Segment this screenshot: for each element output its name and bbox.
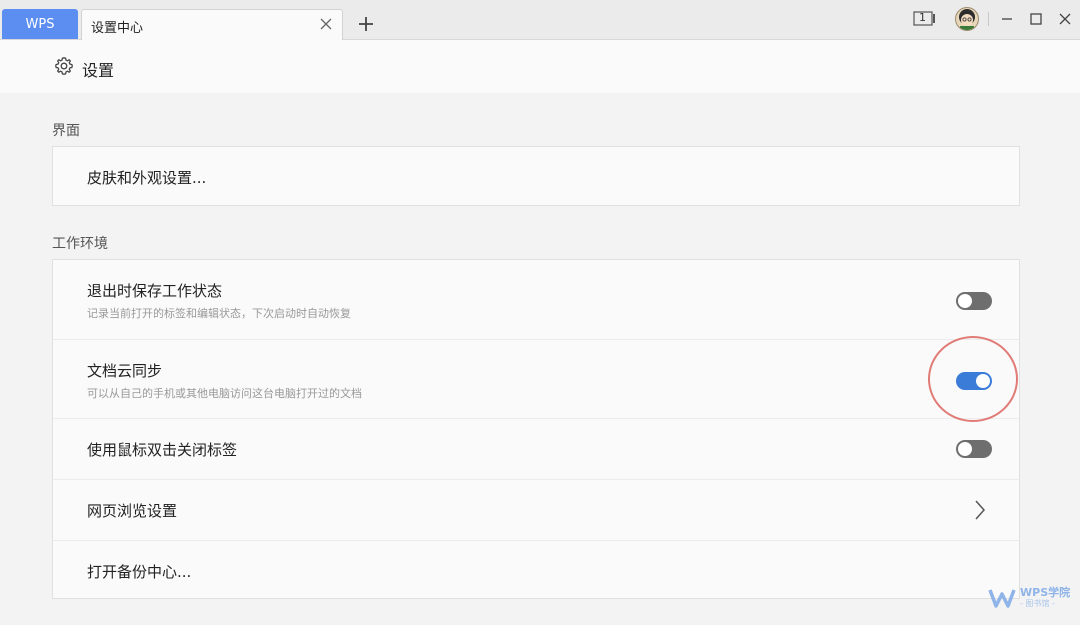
- settings-header: 设置: [0, 40, 1080, 93]
- cloud-sync-label: 文档云同步: [87, 362, 163, 380]
- chevron-right-icon: [975, 500, 986, 520]
- tab-settings-label: 设置中心: [91, 21, 144, 36]
- setting-row-skin[interactable]: 皮肤和外观设置...: [53, 147, 1019, 205]
- minimize-icon[interactable]: [998, 10, 1016, 28]
- backup-center-label: 打开备份中心...: [87, 563, 192, 581]
- divider: [988, 12, 989, 26]
- wps-logo-icon: [988, 589, 1016, 608]
- plus-icon[interactable]: [356, 14, 376, 34]
- skin-settings-label: 皮肤和外观设置...: [87, 169, 207, 187]
- gear-icon: [55, 57, 73, 75]
- tab-wps-label: WPS: [25, 16, 55, 32]
- watermark-title: WPS学院: [1020, 586, 1071, 599]
- setting-row-web-browse[interactable]: 网页浏览设置: [53, 480, 1019, 541]
- watermark-subtitle: - 图书馆 -: [1020, 599, 1055, 608]
- highlight-circle: [928, 336, 1018, 422]
- close-icon[interactable]: [318, 16, 334, 32]
- section-label-workspace: 工作环境: [52, 236, 108, 252]
- setting-row-backup[interactable]: 打开备份中心...: [53, 541, 1019, 601]
- setting-row-cloud-sync: 文档云同步 可以从自己的手机或其他电脑访问这台电脑打开过的文档: [53, 340, 1019, 419]
- save-state-label: 退出时保存工作状态: [87, 282, 223, 300]
- page-indicator-number: 1: [919, 11, 926, 24]
- dblclick-close-label: 使用鼠标双击关闭标签: [87, 441, 238, 459]
- setting-row-save-state: 退出时保存工作状态 记录当前打开的标签和编辑状态，下次启动时自动恢复: [53, 260, 1019, 340]
- toggle-knob: [958, 294, 972, 308]
- wps-academy-watermark: WPS学院 - 图书馆 -: [988, 583, 1070, 613]
- setting-row-dblclick-close: 使用鼠标双击关闭标签: [53, 419, 1019, 480]
- window-close-icon[interactable]: [1056, 10, 1074, 28]
- page-indicator[interactable]: 1: [913, 10, 937, 28]
- dblclick-close-toggle[interactable]: [956, 440, 992, 458]
- save-state-desc: 记录当前打开的标签和编辑状态，下次启动时自动恢复: [87, 307, 351, 320]
- save-state-toggle[interactable]: [956, 292, 992, 310]
- cloud-sync-desc: 可以从自己的手机或其他电脑访问这台电脑打开过的文档: [87, 387, 362, 400]
- workspace-card: 退出时保存工作状态 记录当前打开的标签和编辑状态，下次启动时自动恢复 文档云同步…: [52, 259, 1020, 599]
- tab-settings-center[interactable]: 设置中心: [81, 9, 343, 40]
- tab-wps-home[interactable]: WPS: [2, 9, 78, 39]
- section-label-interface: 界面: [52, 123, 80, 139]
- avatar[interactable]: [955, 7, 979, 31]
- maximize-icon[interactable]: [1027, 10, 1045, 28]
- title-bar: WPS 设置中心 1: [0, 0, 1080, 40]
- avatar-icon: [959, 9, 975, 30]
- toggle-knob: [958, 442, 972, 456]
- interface-card: 皮肤和外观设置...: [52, 146, 1020, 206]
- page-title: 设置: [82, 61, 115, 80]
- web-browse-label: 网页浏览设置: [87, 502, 178, 520]
